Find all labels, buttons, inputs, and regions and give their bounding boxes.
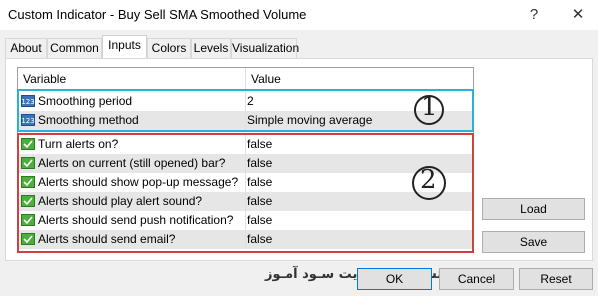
window-title: Custom Indicator - Buy Sell SMA Smoothed… xyxy=(8,7,307,22)
column-header-variable[interactable]: Variable xyxy=(18,68,246,91)
tab-about[interactable]: About xyxy=(5,38,47,58)
save-button[interactable]: Save xyxy=(482,231,585,253)
tab-colors[interactable]: Colors xyxy=(147,38,191,58)
close-button[interactable]: ✕ xyxy=(566,4,590,26)
title-bar: Custom Indicator - Buy Sell SMA Smoothed… xyxy=(0,0,598,30)
tab-levels[interactable]: Levels xyxy=(191,38,231,58)
load-button[interactable]: Load xyxy=(482,198,585,220)
reset-button[interactable]: Reset xyxy=(519,268,593,290)
highlight-box-alerts xyxy=(17,133,474,253)
tab-visualization[interactable]: Visualization xyxy=(231,38,299,58)
help-button[interactable]: ? xyxy=(522,4,546,26)
ok-button[interactable]: OK xyxy=(357,268,432,290)
tab-inputs[interactable]: Inputs xyxy=(102,35,147,58)
column-header-value[interactable]: Value xyxy=(246,68,473,91)
marker-2-label: 2 xyxy=(420,165,437,195)
marker-1-label: 1 xyxy=(421,92,438,122)
cancel-button[interactable]: Cancel xyxy=(439,268,514,290)
table-header: Variable Value xyxy=(18,68,473,91)
highlight-box-smoothing xyxy=(17,89,474,132)
tab-common[interactable]: Common xyxy=(47,38,102,58)
